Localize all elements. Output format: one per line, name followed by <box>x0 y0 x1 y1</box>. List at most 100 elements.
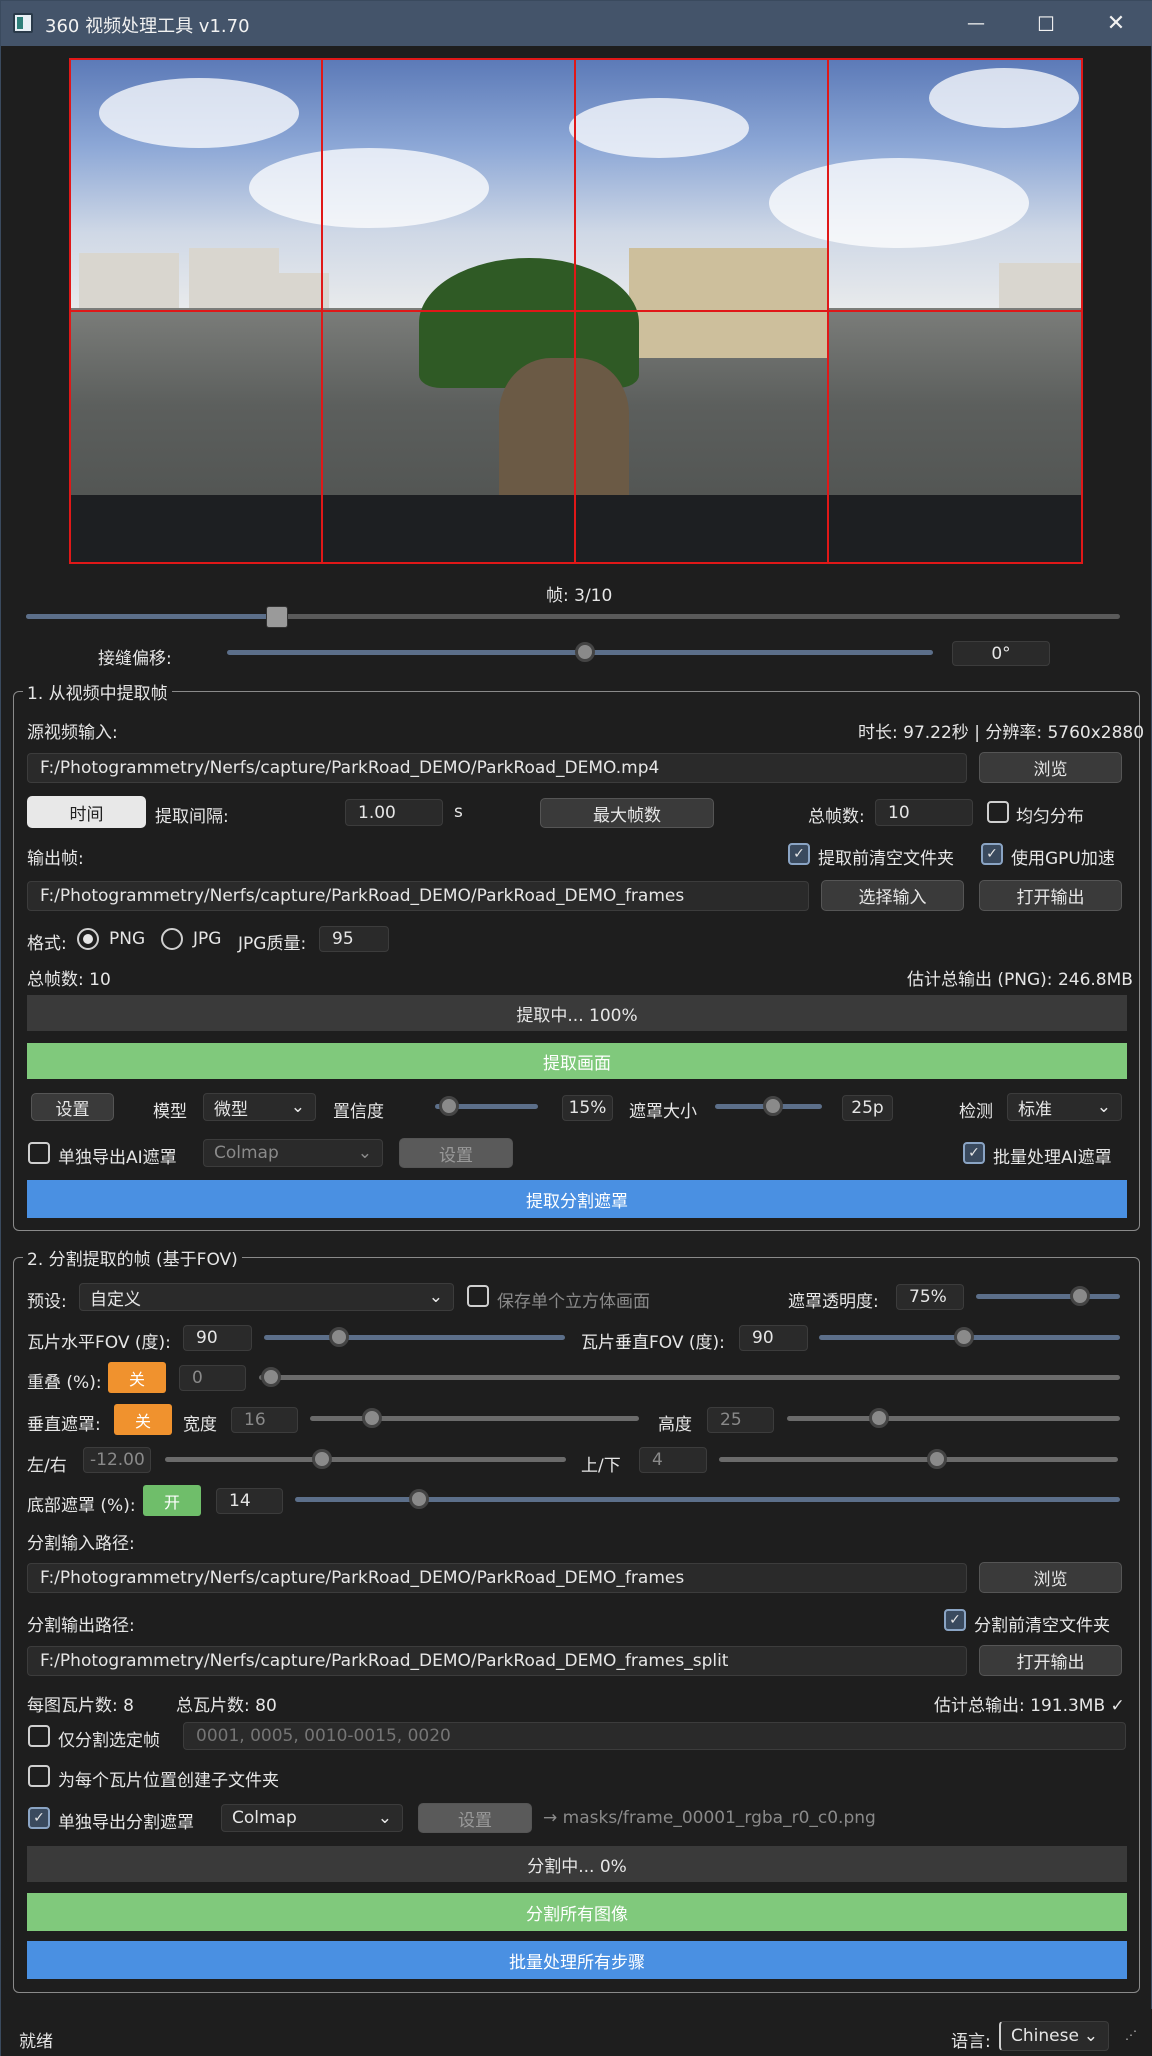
subfolder-checkbox[interactable] <box>28 1765 50 1787</box>
save-cube-checkbox[interactable] <box>467 1285 489 1307</box>
model-select[interactable]: 微型 ⌄ <box>203 1093 316 1121</box>
split-browse-button[interactable]: 浏览 <box>979 1562 1122 1593</box>
mask-opacity-value: 75% <box>896 1284 964 1310</box>
time-mode-button[interactable]: 时间 <box>27 796 146 828</box>
mask-opacity-handle[interactable] <box>1070 1286 1090 1306</box>
source-path-input[interactable]: F:/Photogrammetry/Nerfs/capture/ParkRoad… <box>27 753 967 783</box>
ai-mask-settings-button[interactable]: 设置 <box>399 1138 513 1168</box>
png-radio[interactable] <box>77 928 99 950</box>
open-output-button[interactable]: 打开输出 <box>979 880 1122 911</box>
mask-height-slider[interactable] <box>787 1416 1120 1421</box>
up-down-slider[interactable] <box>719 1457 1118 1462</box>
hfov-slider[interactable] <box>264 1335 565 1340</box>
interval-input[interactable]: 1.00 <box>345 799 443 826</box>
panorama-preview[interactable] <box>69 58 1083 564</box>
source-video-label: 源视频输入: <box>27 723 118 743</box>
split-mask-settings-button[interactable]: 设置 <box>418 1803 532 1833</box>
up-down-handle[interactable] <box>927 1449 947 1469</box>
extract-frames-button[interactable]: 提取画面 <box>27 1043 1127 1079</box>
split-input-path[interactable]: F:/Photogrammetry/Nerfs/capture/ParkRoad… <box>27 1563 967 1593</box>
export-split-mask-checkbox[interactable]: ✓ <box>28 1807 50 1829</box>
mask-size-handle[interactable] <box>763 1096 783 1116</box>
batch-all-button[interactable]: 批量处理所有步骤 <box>27 1941 1127 1979</box>
hfov-input[interactable]: 90 <box>183 1325 252 1351</box>
only-selected-checkbox[interactable] <box>28 1725 50 1747</box>
browse-video-button[interactable]: 浏览 <box>979 752 1122 783</box>
chevron-down-icon: ⌄ <box>377 1808 392 1828</box>
overlap-handle[interactable] <box>261 1367 281 1387</box>
even-distribution-checkbox[interactable] <box>987 801 1009 823</box>
extract-progress-bar: 提取中... 100% <box>27 995 1127 1031</box>
seam-offset-handle[interactable] <box>575 642 595 662</box>
output-frames-path-input[interactable]: F:/Photogrammetry/Nerfs/capture/ParkRoad… <box>27 881 809 911</box>
batch-ai-mask-label: 批量处理AI遮罩 <box>993 1148 1112 1168</box>
export-ai-mask-checkbox[interactable] <box>28 1142 50 1164</box>
mask-width-slider[interactable] <box>310 1416 639 1421</box>
bottom-mask-input[interactable]: 14 <box>216 1488 283 1514</box>
use-gpu-checkbox[interactable]: ✓ <box>981 843 1003 865</box>
up-down-input[interactable]: 4 <box>639 1447 707 1473</box>
split-clear-checkbox[interactable]: ✓ <box>944 1609 966 1631</box>
mask-size-label: 遮罩大小 <box>629 1102 697 1122</box>
mask-width-handle[interactable] <box>362 1408 382 1428</box>
video-info: 时长: 97.22秒 | 分辨率: 5760x2880 <box>858 723 1145 743</box>
model-label: 模型 <box>153 1102 187 1122</box>
png-label: PNG <box>109 929 146 949</box>
hfov-handle[interactable] <box>329 1327 349 1347</box>
left-right-slider[interactable] <box>165 1457 566 1462</box>
seam-offset-field[interactable]: 0° <box>952 641 1050 666</box>
clear-before-extract-checkbox[interactable]: ✓ <box>788 843 810 865</box>
vfov-handle[interactable] <box>954 1327 974 1347</box>
jpg-label: JPG <box>193 929 222 949</box>
chevron-down-icon: ⌄ <box>1083 2026 1098 2046</box>
format-label: 格式: <box>27 934 67 954</box>
overlap-toggle[interactable]: 关 <box>108 1362 166 1393</box>
max-frames-button[interactable]: 最大帧数 <box>540 798 714 828</box>
clear-before-extract-label: 提取前清空文件夹 <box>818 849 954 869</box>
batch-ai-mask-checkbox[interactable]: ✓ <box>963 1142 985 1164</box>
total-frames-input[interactable]: 10 <box>875 799 973 826</box>
mask-width-input[interactable]: 16 <box>231 1407 298 1433</box>
mask-opacity-slider[interactable] <box>976 1294 1120 1299</box>
vertical-mask-toggle[interactable]: 关 <box>114 1404 172 1435</box>
jpg-radio[interactable] <box>161 928 183 950</box>
selected-frames-input[interactable] <box>183 1722 1126 1750</box>
language-select[interactable]: Chinese ⌄ <box>999 2021 1109 2051</box>
split-estimated-output: 估计总输出: 191.3MB ✓ <box>934 1696 1125 1716</box>
export-ai-mask-label: 单独导出AI遮罩 <box>58 1148 177 1168</box>
preset-label: 预设: <box>27 1292 67 1312</box>
mask-height-input[interactable]: 25 <box>707 1407 774 1433</box>
split-open-output-button[interactable]: 打开输出 <box>979 1645 1122 1676</box>
vfov-input[interactable]: 90 <box>739 1325 808 1351</box>
preset-select[interactable]: 自定义 ⌄ <box>79 1283 454 1311</box>
overlap-input[interactable]: 0 <box>179 1365 246 1391</box>
ai-settings-button[interactable]: 设置 <box>31 1093 114 1121</box>
bottom-mask-handle[interactable] <box>409 1489 429 1509</box>
estimated-output-text: 估计总输出 (PNG): 246.8MB <box>907 970 1133 990</box>
subfolder-label: 为每个瓦片位置创建子文件夹 <box>58 1771 279 1791</box>
detect-label: 检测 <box>959 1102 993 1122</box>
split-mask-format-select[interactable]: Colmap ⌄ <box>221 1804 403 1832</box>
split-all-button[interactable]: 分割所有图像 <box>27 1893 1127 1931</box>
mask-height-handle[interactable] <box>869 1408 889 1428</box>
mask-height-label: 高度 <box>658 1415 692 1435</box>
bottom-mask-toggle[interactable]: 开 <box>143 1485 201 1516</box>
split-output-label: 分割输出路径: <box>27 1616 135 1636</box>
overlap-slider[interactable] <box>259 1375 1120 1380</box>
split-output-path[interactable]: F:/Photogrammetry/Nerfs/capture/ParkRoad… <box>27 1646 967 1676</box>
left-right-handle[interactable] <box>312 1449 332 1469</box>
select-input-button[interactable]: 选择输入 <box>821 880 964 911</box>
ai-mask-format-select[interactable]: Colmap ⌄ <box>203 1139 383 1167</box>
frame-slider-handle[interactable] <box>266 606 288 628</box>
confidence-handle[interactable] <box>439 1096 459 1116</box>
mask-path-hint: → masks/frame_00001_rgba_r0_c0.png <box>543 1808 876 1828</box>
extract-mask-button[interactable]: 提取分割遮罩 <box>27 1180 1127 1218</box>
minimize-button[interactable]: — <box>941 1 1011 46</box>
maximize-button[interactable]: ☐ <box>1011 1 1081 46</box>
language-label: 语言: <box>951 2032 991 2052</box>
left-right-input[interactable]: -12.00 <box>83 1447 151 1473</box>
close-button[interactable]: ✕ <box>1081 1 1151 46</box>
resize-grip-icon[interactable]: ⋰ <box>1125 2029 1141 2047</box>
jpg-quality-input[interactable]: 95 <box>319 926 389 952</box>
detect-select[interactable]: 标准 ⌄ <box>1007 1093 1122 1121</box>
